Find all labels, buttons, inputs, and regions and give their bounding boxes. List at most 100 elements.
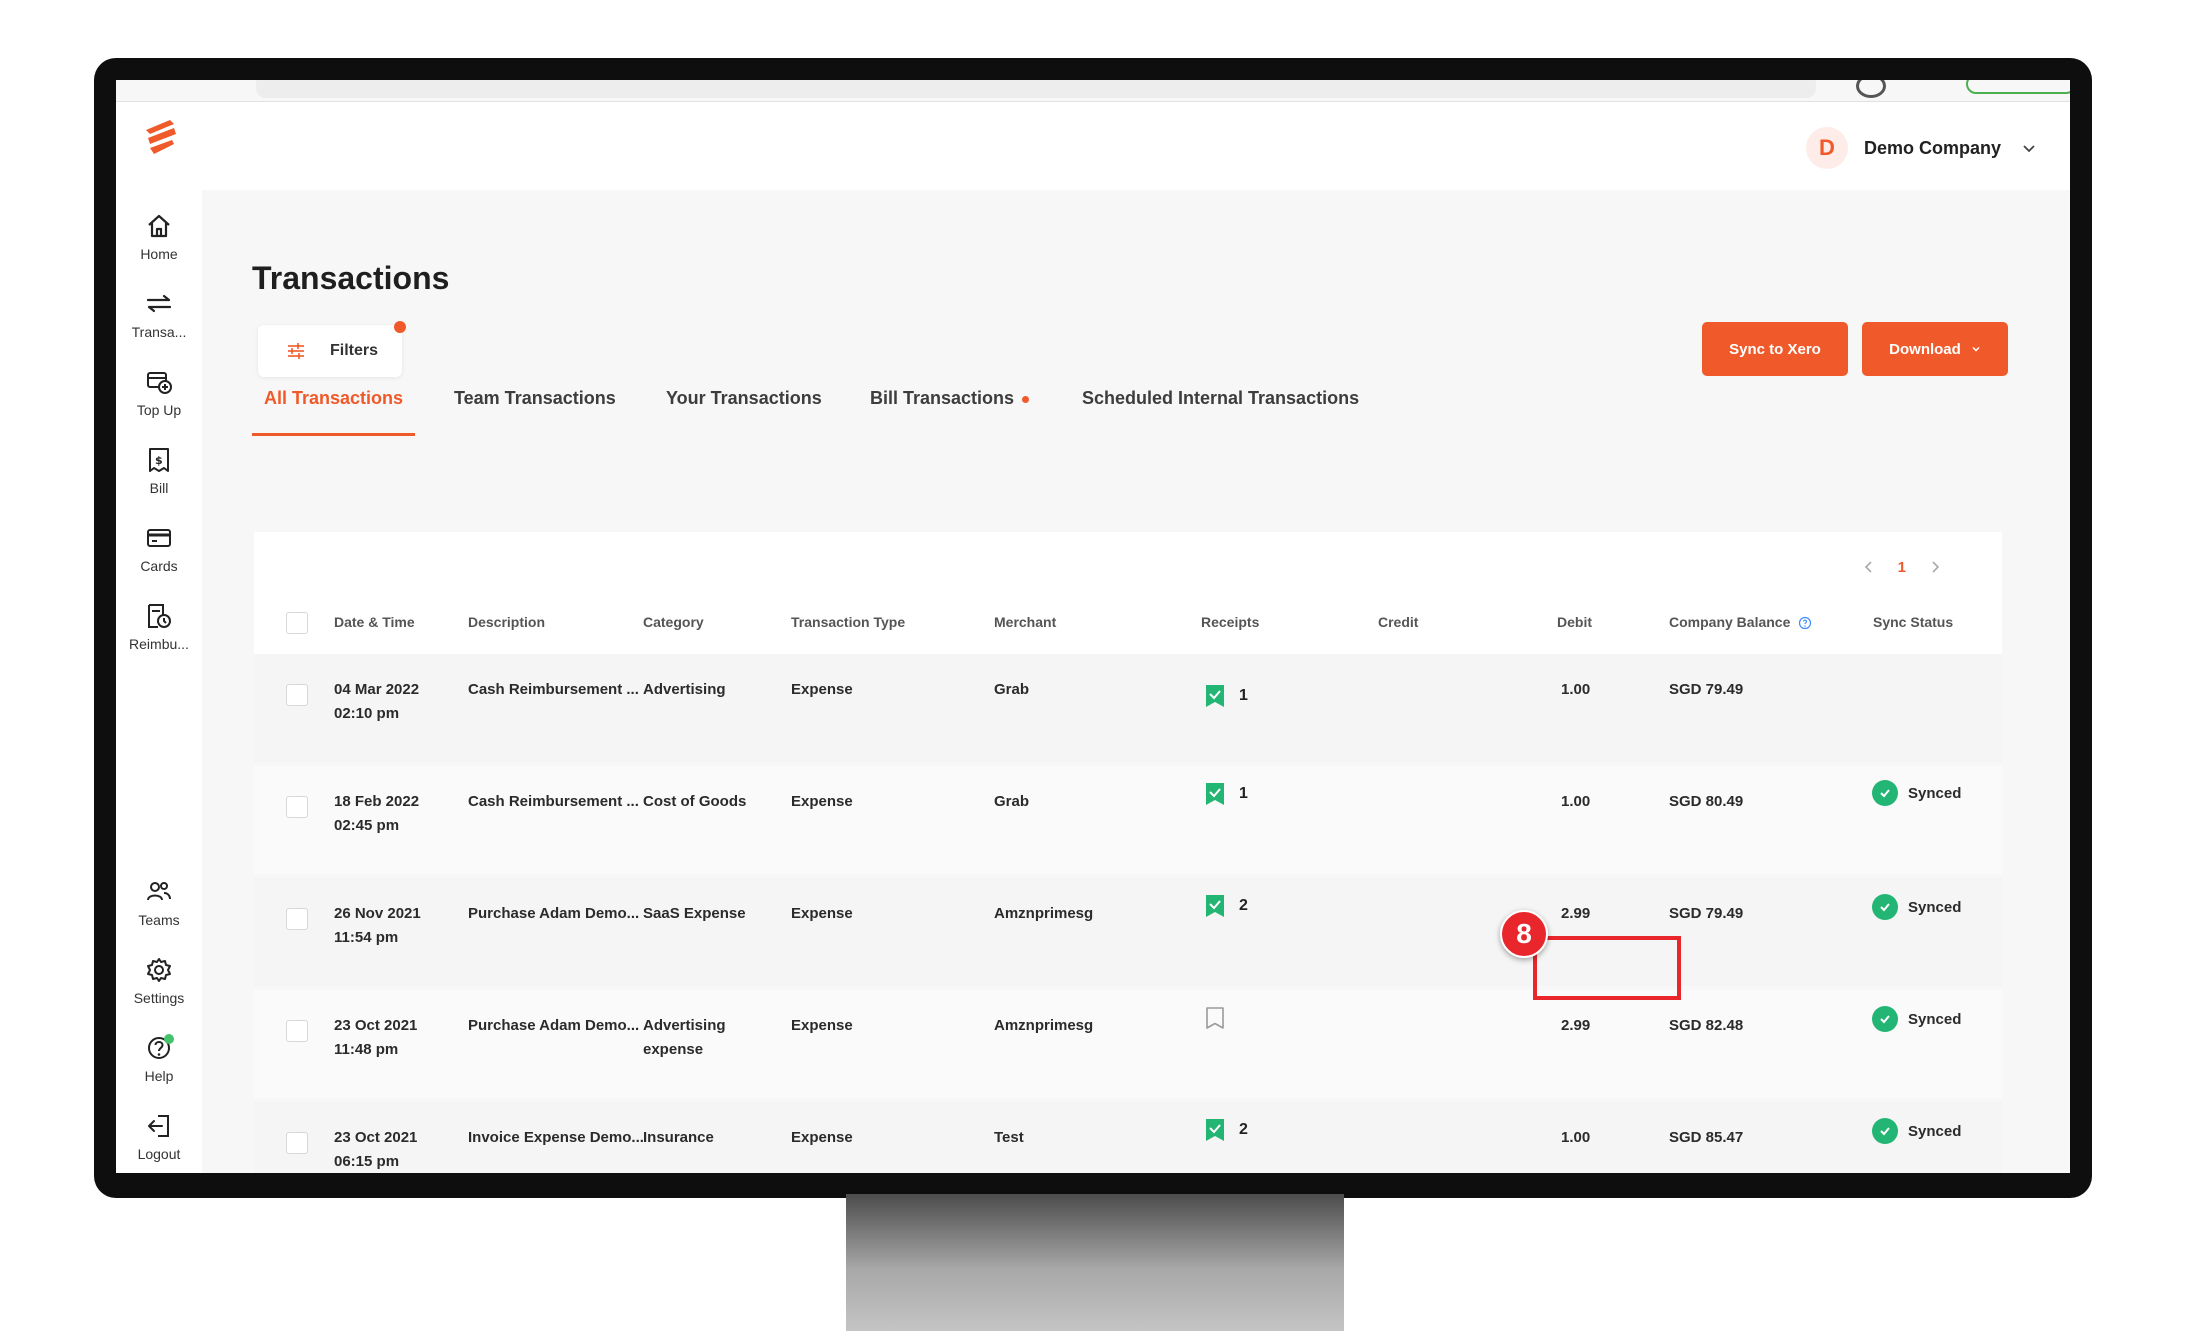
transaction-tabs: All Transactions Team Transactions Your … — [252, 380, 1652, 440]
table-row[interactable]: 26 Nov 2021 11:54 pm Purchase Adam Demo.… — [254, 878, 2002, 986]
row-date: 23 Oct 2021 — [334, 1129, 418, 1146]
row-date: 04 Mar 2022 — [334, 681, 420, 698]
sliders-icon — [288, 343, 304, 359]
tab-scheduled-internal-transactions[interactable]: Scheduled Internal Transactions — [1070, 380, 1371, 436]
page-number[interactable]: 1 — [1898, 559, 1906, 576]
column-header-credit: Credit — [1378, 614, 1419, 630]
sync-to-xero-button[interactable]: Sync to Xero — [1702, 322, 1848, 376]
top-bar: D Demo Company — [202, 102, 2070, 190]
transfer-icon — [146, 294, 172, 313]
tab-label: Team Transactions — [454, 388, 616, 408]
app-logo[interactable] — [136, 116, 186, 160]
company-name: Demo Company — [1864, 137, 2002, 158]
row-category: Advertising — [643, 1017, 726, 1034]
row-receipts[interactable]: 2 — [1205, 1118, 1248, 1142]
row-checkbox[interactable] — [286, 1020, 308, 1042]
sync-status-label: Synced — [1908, 898, 1962, 916]
pagination: 1 — [1862, 552, 1942, 582]
address-bar[interactable] — [256, 80, 1816, 98]
sidebar-item-bill[interactable]: $ Bill — [116, 446, 202, 510]
row-merchant: Test — [994, 1129, 1024, 1146]
row-description: Cash Reimbursement ... — [468, 793, 639, 810]
filters-button[interactable]: Filters — [258, 321, 406, 377]
table-row[interactable]: 18 Feb 2022 02:45 pm Cash Reimbursement … — [254, 766, 2002, 874]
top-up-icon — [147, 372, 172, 394]
row-category: Cost of Goods — [643, 793, 747, 810]
sidebar-item-help[interactable]: Help — [116, 1034, 202, 1098]
row-debit: 2.99 — [1561, 1017, 1591, 1034]
company-switcher[interactable]: D Demo Company — [1806, 124, 2037, 172]
receipt-check-icon — [1206, 895, 1224, 917]
chevron-down-icon — [1972, 346, 1980, 352]
row-receipts[interactable]: 2 — [1205, 894, 1248, 918]
tab-bill-transactions[interactable]: Bill Transactions — [858, 380, 1041, 436]
row-merchant: Amznprimesg — [994, 905, 1094, 922]
column-header-merchant: Merchant — [994, 614, 1057, 630]
tab-label: Your Transactions — [666, 388, 822, 408]
row-debit: 1.00 — [1561, 681, 1591, 698]
sidebar-item-logout[interactable]: Logout — [116, 1112, 202, 1173]
row-checkbox[interactable] — [286, 1132, 308, 1154]
row-transaction-type: Expense — [791, 681, 853, 698]
sidebar-item-label: Bill — [149, 480, 169, 496]
receipt-count: 2 — [1239, 1121, 1248, 1138]
sidebar-item-label: Help — [144, 1068, 174, 1084]
sidebar-item-label: Cards — [140, 558, 178, 574]
tab-all-transactions[interactable]: All Transactions — [252, 380, 416, 436]
row-description: Invoice Expense Demo... — [468, 1129, 644, 1146]
row-checkbox[interactable] — [286, 796, 308, 818]
sync-status-highlight-box — [1533, 936, 1681, 1000]
select-all-checkbox[interactable] — [286, 612, 308, 634]
filters-label: Filters — [330, 342, 379, 359]
sidebar-item-reimbursements[interactable]: Reimbu... — [116, 602, 202, 666]
table-row[interactable]: 23 Oct 2021 06:15 pm Invoice Expense Dem… — [254, 1102, 2002, 1173]
row-category: SaaS Expense — [643, 905, 746, 922]
row-checkbox[interactable] — [286, 908, 308, 930]
reimburse-icon — [148, 604, 171, 628]
browser-account-icon[interactable] — [1856, 80, 1886, 98]
row-balance: SGD 79.49 — [1669, 905, 1744, 922]
row-balance: SGD 82.48 — [1669, 1017, 1744, 1034]
row-merchant: Amznprimesg — [994, 1017, 1094, 1034]
sync-status: Synced — [1872, 780, 1961, 806]
sidebar-item-top-up[interactable]: Top Up — [116, 368, 202, 432]
sidebar-item-settings[interactable]: Settings — [116, 956, 202, 1020]
sync-status: Synced — [1872, 894, 1961, 920]
column-header-description: Description — [468, 614, 546, 630]
row-description: Purchase Adam Demo... — [468, 905, 640, 922]
row-time: 06:15 pm — [334, 1153, 400, 1170]
row-time: 02:10 pm — [334, 705, 400, 722]
column-header-category: Category — [643, 614, 704, 630]
sidebar-item-label: Reimbu... — [129, 636, 189, 652]
sidebar-item-home[interactable]: Home — [116, 212, 202, 276]
sidebar-item-label: Home — [140, 246, 178, 262]
row-receipts[interactable]: 1 — [1205, 782, 1248, 806]
chevron-right-icon[interactable] — [1928, 560, 1942, 574]
info-icon[interactable] — [1798, 616, 1812, 630]
sidebar-item-label: Logout — [137, 1146, 181, 1162]
row-date: 26 Nov 2021 — [334, 905, 421, 922]
sidebar-item-label: Transa... — [131, 324, 187, 340]
browser-extension-button[interactable] — [1966, 80, 2070, 94]
sidebar-item-teams[interactable]: Teams — [116, 878, 202, 942]
row-checkbox[interactable] — [286, 684, 308, 706]
row-receipts[interactable] — [1205, 1006, 1225, 1030]
filters-active-dot — [394, 321, 406, 333]
chevron-left-icon[interactable] — [1862, 560, 1876, 574]
page-title: Transactions — [252, 260, 450, 296]
tab-team-transactions[interactable]: Team Transactions — [442, 380, 628, 436]
sidebar: Home Transa... Top Up $ Bill Cards Reimb… — [116, 102, 202, 1173]
table-row[interactable]: 04 Mar 2022 02:10 pm Cash Reimbursement … — [254, 654, 2002, 762]
tab-label: Scheduled Internal Transactions — [1082, 388, 1360, 408]
sidebar-item-cards[interactable]: Cards — [116, 524, 202, 588]
tab-your-transactions[interactable]: Your Transactions — [654, 380, 834, 436]
row-balance: SGD 85.47 — [1669, 1129, 1744, 1146]
row-receipts[interactable]: 1 — [1205, 684, 1248, 708]
sidebar-item-transactions[interactable]: Transa... — [116, 290, 202, 354]
table-row[interactable]: 23 Oct 2021 11:48 pm Purchase Adam Demo.… — [254, 990, 2002, 1098]
download-button[interactable]: Download — [1862, 322, 2008, 376]
step-callout-badge: 8 — [1500, 910, 1548, 958]
sync-status-label: Synced — [1908, 1010, 1962, 1028]
sidebar-item-label: Settings — [133, 990, 185, 1006]
row-description: Purchase Adam Demo... — [468, 1017, 640, 1034]
